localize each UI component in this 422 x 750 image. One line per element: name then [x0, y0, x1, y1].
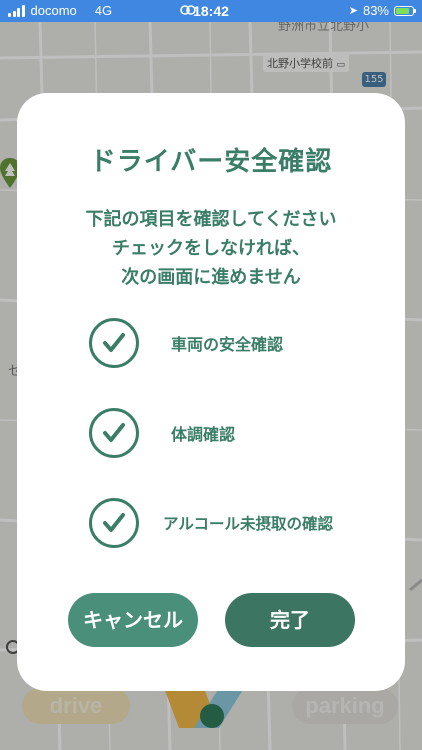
app-screen: 野洲市立北野小 北野小学校前 ▭ 155 セ drive parking doc…	[0, 0, 422, 750]
battery-percent: 83%	[362, 3, 389, 18]
location-arrow-icon: ➤	[348, 5, 358, 17]
instruction-line: 次の画面に進めません	[121, 267, 301, 288]
battery-fill	[396, 7, 410, 14]
cancel-button[interactable]: キャンセル	[68, 593, 198, 647]
checkbox-alcohol[interactable]	[89, 498, 139, 548]
driver-safety-dialog: ドライバー安全確認 下記の項目を確認してください チェックをしなければ、 次の画…	[17, 93, 405, 691]
checklist-label: 体調確認	[171, 425, 236, 444]
checklist-label: アルコール未摂取の確認	[163, 515, 334, 533]
checklist-item-alcohol[interactable]: アルコール未摂取の確認	[89, 495, 379, 551]
status-bar: docomo 4G 18:42 ➤ 83%	[0, 0, 422, 22]
dialog-title: ドライバー安全確認	[89, 147, 333, 177]
checkmark-icon	[103, 423, 125, 442]
checkbox-vehicle-safety[interactable]	[89, 318, 139, 368]
instruction-line: 下記の項目を確認してください	[85, 209, 337, 230]
battery-icon	[394, 5, 416, 16]
instruction-line: チェックをしなければ、	[112, 238, 310, 259]
dialog-instructions: 下記の項目を確認してください チェックをしなければ、 次の画面に進めません	[17, 205, 405, 292]
done-button[interactable]: 完了	[225, 593, 355, 647]
checkmark-icon	[103, 333, 125, 352]
checklist-item-vehicle-safety[interactable]: 車両の安全確認	[89, 315, 379, 371]
checkmark-icon	[103, 513, 125, 532]
status-bar-right: ➤ 83%	[348, 3, 416, 18]
checklist-label: 車両の安全確認	[171, 335, 284, 354]
checklist-item-health[interactable]: 体調確認	[89, 405, 379, 461]
checkbox-health[interactable]	[89, 408, 139, 458]
